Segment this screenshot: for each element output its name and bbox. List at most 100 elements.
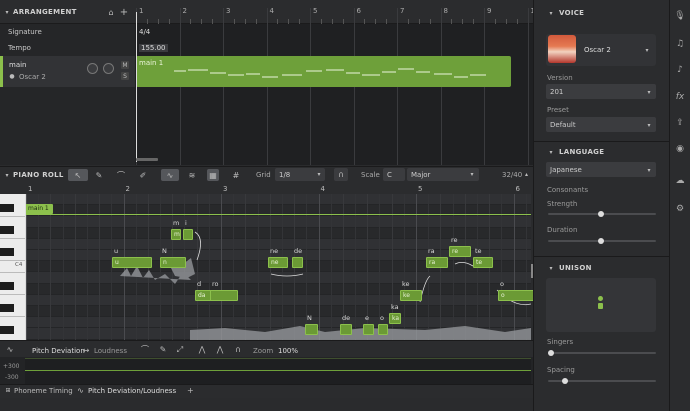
note[interactable]: [183, 229, 193, 241]
slider-knob[interactable]: [598, 238, 604, 244]
note-lyric[interactable]: ne: [270, 247, 278, 255]
curve-tool-icon[interactable]: ⌒: [139, 344, 151, 355]
consonants-label: Consonants: [547, 186, 589, 194]
note-lyric[interactable]: ke: [402, 280, 410, 288]
note[interactable]: ke: [400, 290, 422, 302]
chevron-down-icon: ▾: [647, 121, 651, 129]
note[interactable]: m: [171, 229, 181, 241]
tab-phoneme-timing[interactable]: Phoneme Timing: [14, 387, 73, 395]
note-lyric[interactable]: N: [162, 247, 167, 255]
note-phoneme: da: [198, 292, 206, 300]
divider: [534, 256, 669, 257]
notes-layer: m m i u u n Nda d ro ne ne de Nde e o ka ka ke ke ra ra re re t…: [0, 0, 534, 340]
note[interactable]: re: [449, 245, 471, 257]
unison-title: UNISON: [559, 264, 592, 272]
language-value: Japanese: [550, 165, 582, 174]
chevron-down-icon: ▾: [645, 46, 649, 54]
status-bar: [0, 398, 533, 411]
note-lyric[interactable]: re: [451, 236, 458, 244]
drum-icon[interactable]: ◉: [674, 143, 686, 155]
strength-label: Strength: [547, 200, 578, 208]
note-phoneme: ka: [392, 314, 400, 322]
note[interactable]: ka: [389, 312, 401, 324]
note[interactable]: [292, 256, 303, 268]
singer-dot-icon: [598, 303, 603, 309]
add-tab-button[interactable]: +: [187, 386, 194, 395]
divider: [534, 141, 669, 142]
avatar: [548, 35, 576, 63]
notes-icon[interactable]: ♪: [674, 64, 686, 76]
fx-icon[interactable]: fx: [674, 91, 686, 103]
note-lyric[interactable]: e: [365, 314, 369, 322]
note-phoneme: o: [501, 292, 505, 300]
note-phoneme: ne: [271, 258, 279, 266]
param-alt[interactable]: Loudness: [94, 347, 127, 355]
note[interactable]: o: [498, 290, 534, 302]
duration-slider[interactable]: [548, 238, 656, 244]
singers-slider[interactable]: [548, 350, 656, 356]
wave-icon: ∿: [77, 386, 84, 395]
arc-icon[interactable]: ∩: [232, 344, 244, 355]
note-phoneme: re: [452, 247, 459, 255]
language-select[interactable]: Japanese: [546, 162, 656, 177]
microphone-icon[interactable]: 🎙: [674, 10, 686, 22]
music-note-icon[interactable]: ♫: [674, 38, 686, 50]
param-bottom-label: -300: [5, 374, 19, 381]
timing-icon: ⊞: [5, 387, 11, 394]
note-lyric[interactable]: te: [475, 247, 482, 255]
zoom-value[interactable]: 100%: [278, 347, 298, 355]
line-down-icon[interactable]: ⋀: [214, 344, 226, 355]
preset-select[interactable]: Default: [546, 117, 656, 132]
cloud-icon[interactable]: ☁: [674, 175, 686, 187]
wave-icon: ∿: [6, 344, 14, 354]
chevron-down-icon[interactable]: ▾: [547, 148, 555, 156]
tab-pitch-loudness[interactable]: Pitch Deviation/Loudness: [88, 387, 176, 395]
export-icon[interactable]: ⇪: [674, 117, 686, 129]
slider-knob[interactable]: [598, 211, 604, 217]
note-lyric[interactable]: ro: [212, 280, 219, 288]
spacing-slider[interactable]: [548, 378, 656, 384]
note[interactable]: u: [112, 256, 152, 268]
duration-label: Duration: [547, 226, 578, 234]
preset-value: Default: [550, 120, 576, 129]
note[interactable]: te: [473, 256, 493, 268]
note-lyric[interactable]: o: [500, 280, 504, 288]
param-area[interactable]: [25, 358, 531, 384]
note[interactable]: ra: [426, 256, 448, 268]
preset-label: Preset: [547, 106, 569, 114]
gear-icon[interactable]: ⚙: [674, 203, 686, 215]
note-lyric[interactable]: m: [173, 219, 179, 227]
swap-icon[interactable]: ↔: [81, 345, 91, 355]
note[interactable]: [378, 323, 388, 335]
note[interactable]: [363, 323, 374, 335]
singer-dot-icon: [598, 296, 603, 301]
note[interactable]: [340, 323, 352, 335]
note-lyric[interactable]: de: [294, 247, 302, 255]
line-up-icon[interactable]: ⋀: [196, 344, 208, 355]
version-select[interactable]: 201: [546, 84, 656, 99]
note[interactable]: n: [160, 256, 186, 268]
note[interactable]: ne: [268, 256, 288, 268]
language-title: LANGUAGE: [559, 148, 605, 156]
note-lyric[interactable]: u: [114, 247, 118, 255]
note-lyric[interactable]: o: [380, 314, 384, 322]
slider-knob[interactable]: [562, 378, 568, 384]
chevron-down-icon[interactable]: ▾: [547, 9, 555, 17]
singer-name: Oscar 2: [584, 46, 611, 54]
expand-icon[interactable]: ⤢: [174, 344, 186, 355]
param-top-line: [25, 358, 531, 359]
note[interactable]: [305, 323, 318, 335]
note-lyric[interactable]: ka: [391, 303, 399, 311]
pencil-icon[interactable]: ✎: [157, 344, 169, 355]
note-lyric[interactable]: N: [307, 314, 312, 322]
slider-knob[interactable]: [548, 350, 554, 356]
param-name[interactable]: Pitch Deviation: [32, 347, 85, 355]
note[interactable]: [210, 290, 238, 302]
chevron-down-icon[interactable]: ▾: [547, 264, 555, 272]
strength-slider[interactable]: [548, 211, 656, 217]
note-lyric[interactable]: ra: [428, 247, 435, 255]
note-lyric[interactable]: de: [342, 314, 350, 322]
note-lyric[interactable]: d: [197, 280, 201, 288]
note-phoneme: te: [476, 258, 483, 266]
note-lyric[interactable]: i: [185, 219, 187, 227]
